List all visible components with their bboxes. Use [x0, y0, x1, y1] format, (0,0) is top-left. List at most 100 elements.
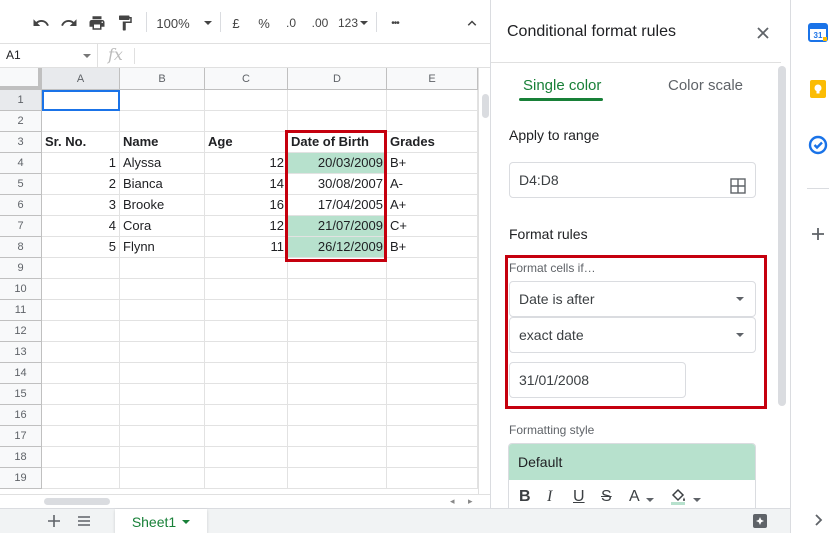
table-header-cell[interactable]: Name	[120, 132, 205, 153]
range-input[interactable]: D4:D8	[509, 162, 756, 198]
cell[interactable]	[205, 342, 288, 363]
row-header[interactable]: 6	[0, 195, 42, 216]
row-header[interactable]: 11	[0, 300, 42, 321]
table-cell[interactable]: 12	[205, 153, 288, 174]
scroll-left-icon[interactable]: ◂	[450, 496, 455, 507]
table-cell[interactable]: Flynn	[120, 237, 205, 258]
table-cell[interactable]: Bianca	[120, 174, 205, 195]
vertical-scrollbar[interactable]	[478, 68, 490, 494]
row-header[interactable]: 12	[0, 321, 42, 342]
cell[interactable]	[387, 258, 478, 279]
table-cell[interactable]: 1	[42, 153, 120, 174]
cell[interactable]	[387, 363, 478, 384]
tab-single-color[interactable]: Single color	[523, 77, 601, 94]
cell[interactable]	[387, 111, 478, 132]
percent-button[interactable]: %	[254, 10, 274, 36]
cell[interactable]	[120, 300, 205, 321]
row-header[interactable]: 8	[0, 237, 42, 258]
table-cell[interactable]: 14	[205, 174, 288, 195]
close-icon[interactable]	[754, 24, 772, 42]
cell[interactable]	[288, 111, 387, 132]
table-cell[interactable]: 3	[42, 195, 120, 216]
table-cell[interactable]: 5	[42, 237, 120, 258]
cell[interactable]	[120, 426, 205, 447]
table-cell[interactable]: A-	[387, 174, 478, 195]
row-header[interactable]: 5	[0, 174, 42, 195]
table-cell[interactable]: B+	[387, 153, 478, 174]
scroll-right-icon[interactable]: ▸	[468, 496, 473, 507]
cell[interactable]	[120, 447, 205, 468]
row-header[interactable]: 10	[0, 279, 42, 300]
cell[interactable]	[42, 279, 120, 300]
add-addon-icon[interactable]	[808, 224, 828, 244]
cell[interactable]	[288, 90, 387, 111]
table-cell[interactable]: C+	[387, 216, 478, 237]
row-header[interactable]: 13	[0, 342, 42, 363]
undo-icon[interactable]	[30, 10, 52, 36]
decrease-decimal-button[interactable]: .0	[280, 10, 302, 36]
print-icon[interactable]	[86, 10, 108, 36]
table-cell[interactable]: A+	[387, 195, 478, 216]
row-header[interactable]: 7	[0, 216, 42, 237]
cell[interactable]	[288, 468, 387, 489]
strikethrough-button[interactable]: S	[601, 488, 612, 506]
cell[interactable]	[387, 405, 478, 426]
cell[interactable]	[205, 258, 288, 279]
cell[interactable]	[42, 405, 120, 426]
cell[interactable]	[205, 384, 288, 405]
cell[interactable]	[387, 321, 478, 342]
cell[interactable]	[205, 321, 288, 342]
collapse-toolbar-icon[interactable]	[462, 10, 482, 36]
redo-icon[interactable]	[58, 10, 80, 36]
cell[interactable]	[120, 384, 205, 405]
row-header[interactable]: 1	[0, 90, 42, 111]
cell[interactable]	[120, 468, 205, 489]
cell[interactable]	[288, 405, 387, 426]
currency-button[interactable]: £	[226, 10, 246, 36]
select-all-corner[interactable]	[0, 68, 42, 90]
horizontal-scrollbar[interactable]: ◂ ▸	[0, 494, 490, 508]
underline-button[interactable]: U	[573, 488, 585, 506]
cell[interactable]	[205, 426, 288, 447]
row-header[interactable]: 19	[0, 468, 42, 489]
table-cell[interactable]: Cora	[120, 216, 205, 237]
row-header[interactable]: 14	[0, 363, 42, 384]
cell[interactable]	[205, 279, 288, 300]
paint-format-icon[interactable]	[114, 10, 136, 36]
cell[interactable]	[120, 321, 205, 342]
cell[interactable]	[205, 447, 288, 468]
add-sheet-icon[interactable]	[42, 511, 66, 531]
column-header[interactable]: E	[387, 68, 478, 90]
cell[interactable]	[387, 279, 478, 300]
cell[interactable]	[387, 447, 478, 468]
panel-scrollbar[interactable]	[778, 66, 786, 406]
chevron-down-icon[interactable]	[182, 519, 191, 524]
cell[interactable]	[205, 405, 288, 426]
tasks-icon[interactable]	[808, 135, 828, 155]
cell[interactable]	[42, 384, 120, 405]
cell[interactable]	[205, 90, 288, 111]
cell[interactable]	[288, 363, 387, 384]
fill-color-icon[interactable]	[669, 487, 687, 508]
cell[interactable]	[205, 111, 288, 132]
name-box[interactable]: A1	[0, 44, 98, 67]
cell[interactable]	[288, 321, 387, 342]
expand-panel-icon[interactable]	[808, 510, 828, 530]
style-preset-select[interactable]: Default	[509, 444, 755, 480]
row-header[interactable]: 18	[0, 447, 42, 468]
row-header[interactable]: 16	[0, 405, 42, 426]
cell[interactable]	[288, 384, 387, 405]
row-header[interactable]: 3	[0, 132, 42, 153]
cell[interactable]	[387, 342, 478, 363]
cell[interactable]	[387, 468, 478, 489]
cell[interactable]	[120, 342, 205, 363]
column-header[interactable]: C	[205, 68, 288, 90]
cell[interactable]	[120, 258, 205, 279]
cell[interactable]	[387, 426, 478, 447]
italic-button[interactable]: I	[547, 488, 552, 506]
cell[interactable]	[288, 447, 387, 468]
cell[interactable]	[42, 111, 120, 132]
explore-icon[interactable]	[748, 511, 772, 531]
column-header[interactable]: B	[120, 68, 205, 90]
more-icon[interactable]: •••	[384, 10, 406, 36]
